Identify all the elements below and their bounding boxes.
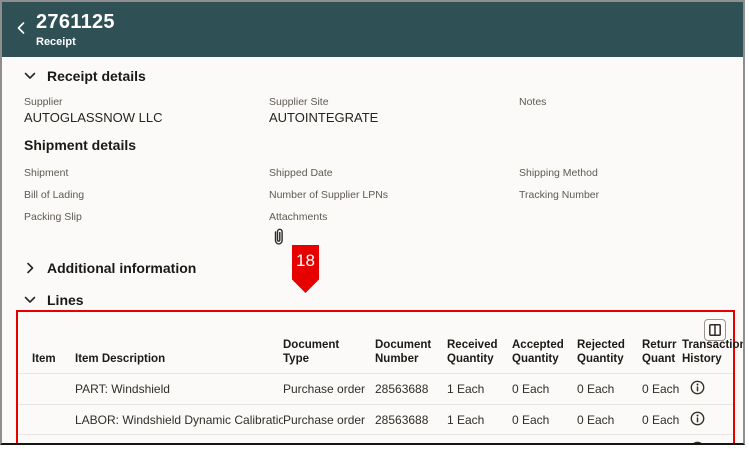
cell-item-description: LABOR: Windshield Dynamic Calibration bbox=[75, 413, 283, 427]
cell-document-number: 28563688 bbox=[375, 413, 447, 427]
chevron-down-icon bbox=[24, 294, 36, 306]
columns-icon bbox=[708, 323, 722, 337]
col-header-item[interactable]: Item bbox=[32, 352, 75, 373]
col-header-rejected-quantity[interactable]: Rejected Quantity bbox=[577, 338, 642, 373]
field-notes: Notes bbox=[519, 96, 721, 125]
supplier-label: Supplier bbox=[24, 96, 269, 108]
col-header-document-number[interactable]: Document Number bbox=[375, 338, 447, 373]
shipment-details-fields: Shipment Shipped Date Shipping Method Bi… bbox=[2, 167, 743, 252]
cell-returned-quantity: 0 Each bbox=[642, 413, 682, 427]
cell-transaction-history bbox=[682, 380, 733, 398]
col-header-returned-quantity[interactable]: Returr Quant bbox=[642, 338, 682, 373]
section-additional-information-toggle[interactable]: Additional information bbox=[2, 260, 743, 276]
cell-rejected-quantity: 0 Each bbox=[577, 413, 642, 427]
notes-label: Notes bbox=[519, 96, 721, 108]
info-icon bbox=[690, 380, 705, 395]
chevron-left-icon bbox=[15, 21, 28, 35]
page-subtitle: Receipt bbox=[36, 36, 115, 48]
transaction-history-button[interactable] bbox=[690, 380, 705, 395]
cell-document-number: 28563688 bbox=[375, 443, 447, 445]
cell-document-number: 28563688 bbox=[375, 382, 447, 396]
cell-transaction-history bbox=[682, 411, 733, 429]
cell-received-quantity: 1 Each bbox=[447, 413, 512, 427]
transaction-history-button[interactable] bbox=[690, 441, 705, 445]
cell-received-quantity: 1 Each bbox=[447, 382, 512, 396]
info-icon bbox=[690, 411, 705, 426]
field-supplier-site: Supplier Site AUTOINTEGRATE bbox=[269, 96, 519, 125]
tracking-number-label: Tracking Number bbox=[519, 189, 721, 201]
lines-table-header: Item Item Description Document Type Docu… bbox=[18, 312, 733, 374]
notes-value bbox=[519, 110, 721, 125]
cell-rejected-quantity: 0 Each bbox=[577, 382, 642, 396]
chevron-down-icon bbox=[24, 70, 36, 82]
cell-returned-quantity: 0 Each bbox=[642, 382, 682, 396]
cell-document-type: Purchase order bbox=[283, 413, 375, 427]
supplier-site-value: AUTOINTEGRATE bbox=[269, 110, 519, 125]
annotation-callout-18: 18 bbox=[292, 245, 319, 293]
annotation-number: 18 bbox=[296, 251, 315, 293]
info-icon bbox=[690, 441, 705, 445]
shipping-method-label: Shipping Method bbox=[519, 167, 721, 179]
cell-received-quantity: 1 Each bbox=[447, 443, 512, 445]
bill-of-lading-label: Bill of Lading bbox=[24, 189, 269, 201]
chevron-right-icon bbox=[24, 262, 36, 274]
lines-table-container: Item Item Description Document Type Docu… bbox=[16, 310, 735, 445]
col-header-transaction-history[interactable]: Transaction History bbox=[682, 338, 733, 373]
table-row[interactable]: LABOR: Windshield Purchase order 2856368… bbox=[18, 434, 733, 445]
attachments-label: Attachments bbox=[269, 211, 519, 223]
packing-slip-label: Packing Slip bbox=[24, 211, 269, 252]
receipt-details-fields: Supplier AUTOGLASSNOW LLC Supplier Site … bbox=[2, 96, 743, 125]
cell-accepted-quantity: 0 Each bbox=[512, 382, 577, 396]
col-header-accepted-quantity[interactable]: Accepted Quantity bbox=[512, 338, 577, 373]
transaction-history-button[interactable] bbox=[690, 411, 705, 426]
page-title: 2761125 bbox=[36, 11, 115, 33]
cell-rejected-quantity: 0 Each bbox=[577, 443, 642, 445]
cell-accepted-quantity: 0 Each bbox=[512, 413, 577, 427]
paperclip-icon bbox=[271, 227, 286, 247]
section-lines-toggle[interactable]: Lines bbox=[2, 292, 743, 308]
shipment-details-title: Shipment details bbox=[2, 137, 743, 153]
page-header: 2761125 Receipt bbox=[2, 2, 743, 57]
supplier-lpns-label: Number of Supplier LPNs bbox=[269, 189, 519, 201]
cell-accepted-quantity: 0 Each bbox=[512, 443, 577, 445]
supplier-value: AUTOGLASSNOW LLC bbox=[24, 110, 269, 125]
field-supplier: Supplier AUTOGLASSNOW LLC bbox=[24, 96, 269, 125]
column-manager-button[interactable] bbox=[704, 319, 726, 341]
shipped-date-label: Shipped Date bbox=[269, 167, 519, 179]
back-button[interactable] bbox=[8, 13, 34, 43]
cell-document-type: Purchase order bbox=[283, 443, 375, 445]
receipt-details-title: Receipt details bbox=[47, 68, 146, 84]
cell-item-description: LABOR: Windshield bbox=[75, 443, 283, 445]
additional-information-title: Additional information bbox=[47, 260, 196, 276]
receipt-page: 2761125 Receipt Receipt details Supplier… bbox=[0, 0, 745, 445]
cell-transaction-history bbox=[682, 441, 733, 445]
empty-cell bbox=[519, 211, 721, 252]
cell-document-type: Purchase order bbox=[283, 382, 375, 396]
section-receipt-details-toggle[interactable]: Receipt details bbox=[2, 68, 743, 84]
cell-item-description: PART: Windshield bbox=[75, 382, 283, 396]
cell-returned-quantity: 0 Each bbox=[642, 443, 682, 445]
col-header-received-quantity[interactable]: Received Quantity bbox=[447, 338, 512, 373]
shipment-label: Shipment bbox=[24, 167, 269, 179]
attachments-button[interactable] bbox=[271, 227, 286, 247]
table-row[interactable]: PART: Windshield Purchase order 28563688… bbox=[18, 374, 733, 404]
col-header-item-description[interactable]: Item Description bbox=[75, 352, 283, 373]
lines-title: Lines bbox=[47, 292, 84, 308]
supplier-site-label: Supplier Site bbox=[269, 96, 519, 108]
col-header-document-type[interactable]: Document Type bbox=[283, 338, 375, 373]
table-row[interactable]: LABOR: Windshield Dynamic Calibration Pu… bbox=[18, 404, 733, 434]
